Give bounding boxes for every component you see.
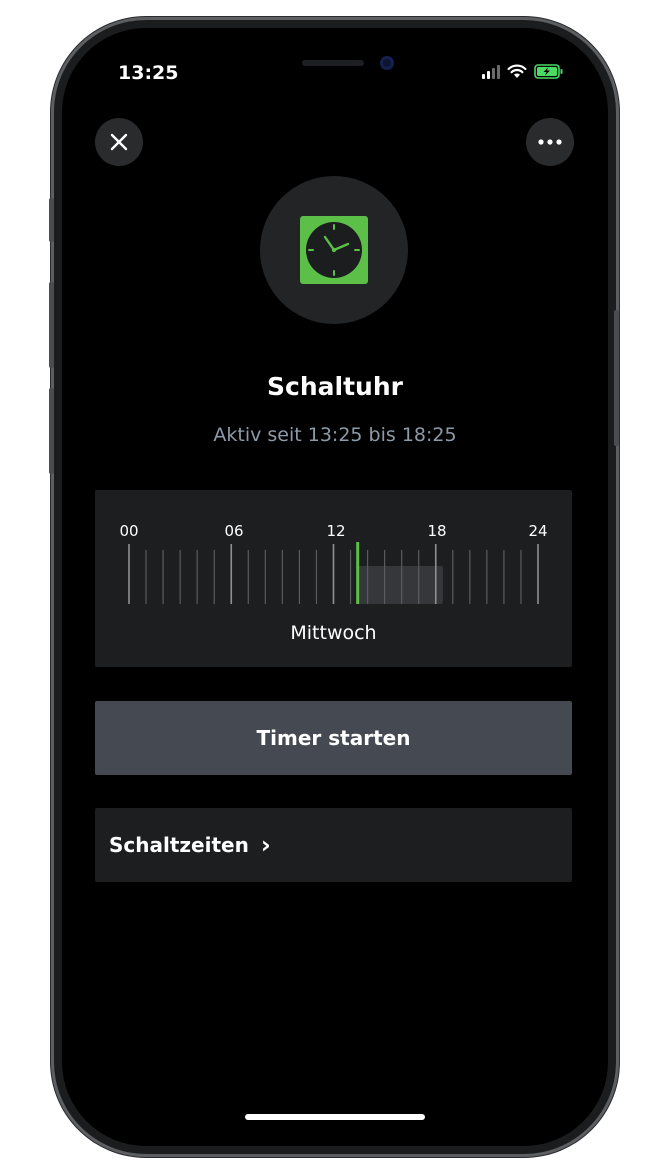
device-title: Schaltuhr bbox=[267, 372, 403, 401]
wifi-icon bbox=[507, 64, 527, 78]
cellular-signal-icon bbox=[482, 65, 500, 79]
device-status-text: Aktiv seit 13:25 bis 18:25 bbox=[213, 424, 457, 446]
device-icon-container bbox=[260, 176, 408, 324]
weekday-label: Mittwoch bbox=[290, 622, 377, 644]
battery-charging-icon bbox=[534, 64, 563, 79]
home-indicator[interactable] bbox=[245, 1114, 425, 1120]
mute-switch bbox=[49, 198, 54, 242]
chevron-right-icon: › bbox=[260, 831, 271, 859]
clock-icon bbox=[300, 216, 368, 284]
more-options-button[interactable] bbox=[526, 118, 574, 166]
schedules-row[interactable]: Schaltzeiten › bbox=[95, 808, 572, 882]
front-camera bbox=[380, 56, 394, 70]
volume-down-button bbox=[49, 388, 54, 474]
schedule-timeline[interactable]: 00 06 12 18 24 Mittwoch bbox=[95, 490, 572, 667]
schedules-label: Schaltzeiten bbox=[109, 833, 249, 857]
start-timer-button[interactable]: Timer starten bbox=[95, 701, 572, 775]
close-icon bbox=[110, 133, 128, 151]
active-period-block bbox=[357, 566, 443, 604]
more-horizontal-icon bbox=[538, 139, 562, 145]
status-icons bbox=[482, 64, 564, 79]
earpiece-speaker bbox=[302, 60, 364, 66]
status-bar-time: 13:25 bbox=[118, 62, 179, 84]
power-button bbox=[614, 310, 619, 446]
volume-up-button bbox=[49, 282, 54, 368]
current-time-marker bbox=[356, 542, 360, 604]
app-screen: 13:25 Schaltuhr Aktiv seit 13:25 bis 18:… bbox=[62, 28, 608, 1146]
close-button[interactable] bbox=[95, 118, 143, 166]
